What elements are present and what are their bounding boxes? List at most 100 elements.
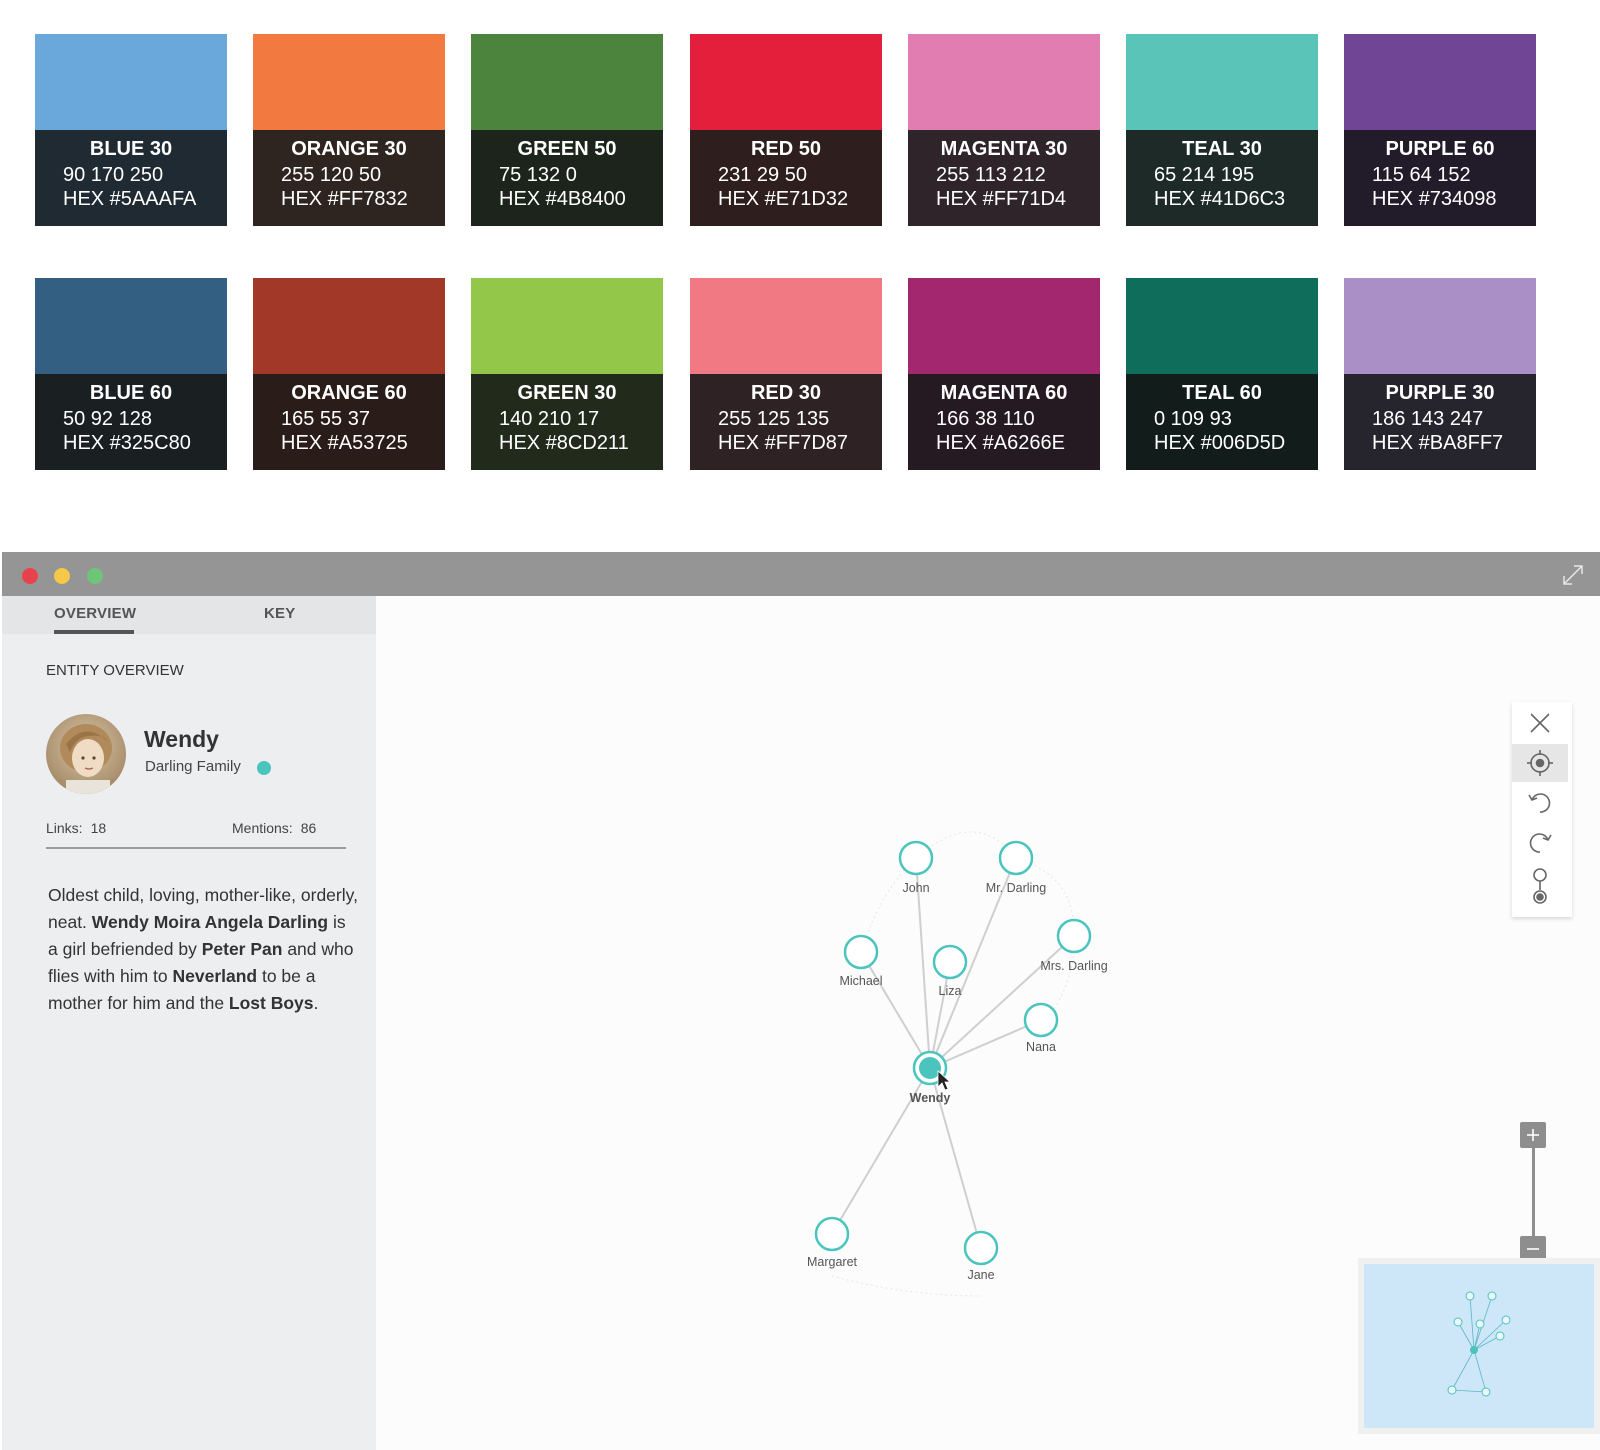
redo-button[interactable]	[1512, 824, 1568, 862]
graph-node-mrs-darling[interactable]: Mrs. Darling	[1040, 918, 1108, 973]
title-bar	[2, 552, 1600, 596]
swatch-name: BLUE 30	[89, 138, 173, 160]
swatch-rgb: 75 132 0	[499, 164, 577, 186]
divider	[46, 847, 346, 849]
description-text: .	[313, 993, 319, 1013]
graph-node-margaret[interactable]: Margaret	[807, 1216, 858, 1269]
node-label-michael: Michael	[839, 974, 882, 988]
swatch-hex: HEX #FF7832	[281, 188, 408, 210]
swatch-rgb: 255 113 212	[936, 164, 1046, 186]
swatch-info: RED 30 255 125 135 HEX #FF7D87	[690, 374, 882, 470]
description-emphasis: Wendy Moira Angela Darling	[91, 912, 329, 932]
graph-node-liza[interactable]: Liza	[932, 944, 968, 998]
swatch-info: BLUE 60 50 92 128 HEX #325C80	[35, 374, 227, 470]
swatch-rgb: 231 29 50	[718, 164, 807, 186]
sidebar: OVERVIEW KEY ENTITY OVERVIEW Wendy Darli…	[2, 596, 376, 1450]
color-swatch: PURPLE 60 115 64 152 HEX #734098	[1344, 34, 1536, 226]
minimize-window-button[interactable]	[54, 568, 70, 584]
node-label-liza: Liza	[939, 984, 962, 998]
swatch-color	[35, 34, 227, 130]
swatch-info: MAGENTA 60 166 38 110 HEX #A6266E	[908, 374, 1100, 470]
app-window: OVERVIEW KEY ENTITY OVERVIEW Wendy Darli…	[2, 552, 1600, 1450]
swatch-rgb: 255 125 135	[718, 408, 830, 430]
color-swatch: BLUE 30 90 170 250 HEX #5AAAFA	[35, 34, 227, 226]
swatch-rgb: 50 92 128	[63, 408, 152, 430]
avatar	[46, 714, 126, 794]
swatch-color	[690, 278, 882, 374]
color-swatch: MAGENTA 60 166 38 110 HEX #A6266E	[908, 278, 1100, 470]
graph-node-wendy[interactable]: Wendy	[910, 1050, 952, 1105]
swatch-color	[690, 34, 882, 130]
zoom-in-button[interactable]	[1520, 1122, 1546, 1148]
swatch-hex: HEX #FF71D4	[936, 188, 1067, 210]
locate-icon	[1527, 750, 1553, 776]
undo-icon	[1528, 793, 1551, 813]
swatch-info: TEAL 30 65 214 195 HEX #41D6C3	[1126, 130, 1318, 226]
center-view-button[interactable]	[1512, 744, 1568, 782]
close-graph-button[interactable]	[1512, 704, 1568, 742]
description-emphasis: Neverland	[172, 966, 258, 986]
swatch-info: TEAL 60 0 109 93 HEX #006D5D	[1126, 374, 1318, 470]
swatch-name: GREEN 50	[517, 138, 617, 160]
swatch-info: ORANGE 60 165 55 37 HEX #A53725	[253, 374, 445, 470]
color-palette: BLUE 30 90 170 250 HEX #5AAAFA ORANGE 30 255…	[0, 0, 1600, 500]
path-button[interactable]	[1512, 864, 1568, 910]
redo-icon	[1529, 833, 1552, 853]
color-swatch: GREEN 30 140 210 17 HEX #8CD211	[471, 278, 663, 470]
swatch-color	[1126, 278, 1318, 374]
graph-node-nana[interactable]: Nana	[1023, 1002, 1059, 1054]
node-label-nana: Nana	[1026, 1040, 1056, 1054]
color-swatch: RED 30 255 125 135 HEX #FF7D87	[690, 278, 882, 470]
swatch-hex: HEX #BA8FF7	[1372, 432, 1504, 454]
swatch-color	[908, 34, 1100, 130]
swatch-color	[1344, 34, 1536, 130]
entity-description: Oldest child, loving, mother-like, order…	[48, 882, 358, 1017]
graph-node-jane[interactable]: Jane	[963, 1230, 999, 1282]
swatch-color	[35, 278, 227, 374]
swatch-rgb: 186 143 247	[1372, 408, 1484, 430]
swatch-hex: HEX #006D5D	[1154, 432, 1286, 454]
swatch-info: ORANGE 30 255 120 50 HEX #FF7832	[253, 130, 445, 226]
swatch-rgb: 0 109 93	[1154, 408, 1232, 430]
swatch-name: MAGENTA 60	[940, 382, 1068, 404]
maximize-window-button[interactable]	[87, 568, 103, 584]
swatch-info: GREEN 50 75 132 0 HEX #4B8400	[471, 130, 663, 226]
entity-family: Darling Family	[145, 758, 241, 775]
expand-icon[interactable]	[1560, 562, 1586, 588]
swatch-info: PURPLE 30 186 143 247 HEX #BA8FF7	[1344, 374, 1536, 470]
swatch-name: TEAL 30	[1182, 138, 1262, 160]
swatch-name: RED 50	[750, 138, 822, 160]
swatch-hex: HEX #5AAAFA	[63, 188, 197, 210]
graph-node-john[interactable]: John	[898, 840, 934, 895]
swatch-color	[253, 278, 445, 374]
tab-key[interactable]: KEY	[264, 605, 295, 622]
graph-background-arcs	[831, 831, 1075, 1297]
swatch-name: TEAL 60	[1182, 382, 1262, 404]
swatch-hex: HEX #FF7D87	[718, 432, 849, 454]
minimap[interactable]	[1358, 1258, 1600, 1434]
graph-node-mr-darling[interactable]: Mr. Darling	[986, 840, 1046, 895]
node-label-margaret: Margaret	[807, 1255, 858, 1269]
swatch-hex: HEX #734098	[1372, 188, 1497, 210]
node-label-john: John	[902, 881, 929, 895]
close-window-button[interactable]	[22, 568, 38, 584]
swatch-info: MAGENTA 30 255 113 212 HEX #FF71D4	[908, 130, 1100, 226]
links-value: 18	[90, 820, 107, 836]
swatch-rgb: 65 214 195	[1154, 164, 1255, 186]
zoom-slider[interactable]	[1532, 1148, 1535, 1236]
swatch-name: BLUE 60	[89, 382, 173, 404]
swatch-name: MAGENTA 30	[940, 138, 1068, 160]
graph-node-michael[interactable]: Michael	[839, 934, 883, 988]
color-swatch: TEAL 30 65 214 195 HEX #41D6C3	[1126, 34, 1318, 226]
swatch-color	[1126, 34, 1318, 130]
color-swatch: ORANGE 60 165 55 37 HEX #A53725	[253, 278, 445, 470]
color-swatch: RED 50 231 29 50 HEX #E71D32	[690, 34, 882, 226]
swatch-info: BLUE 30 90 170 250 HEX #5AAAFA	[35, 130, 227, 226]
node-label-jane: Jane	[967, 1268, 994, 1282]
tab-overview[interactable]: OVERVIEW	[54, 605, 136, 622]
swatch-color	[471, 34, 663, 130]
swatch-info: PURPLE 60 115 64 152 HEX #734098	[1344, 130, 1536, 226]
undo-button[interactable]	[1512, 784, 1568, 822]
swatch-hex: HEX #8CD211	[499, 432, 629, 454]
node-label-mr-darling: Mr. Darling	[986, 881, 1046, 895]
